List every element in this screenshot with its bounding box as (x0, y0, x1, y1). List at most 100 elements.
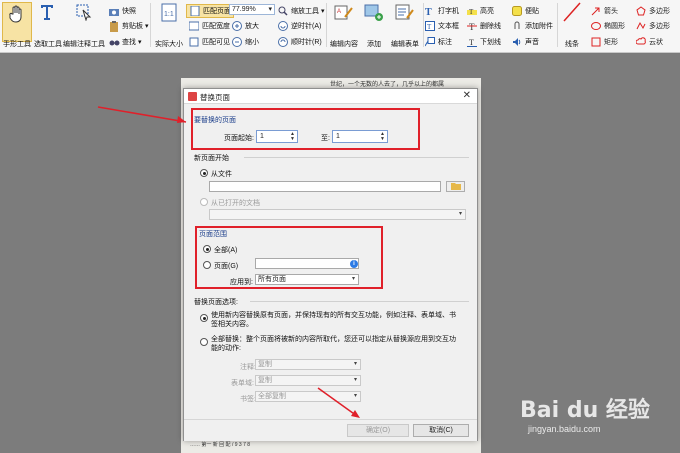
attach-file-button[interactable]: 添加附件 (511, 20, 553, 32)
chevron-down-icon: ▾ (353, 393, 357, 399)
sticky-note-label: 便贴 (525, 8, 539, 15)
arrow-icon (590, 5, 602, 17)
zoom-tool-button[interactable]: 缩放工具 ▾ (277, 5, 325, 17)
zoom-out-label: 缩小 (245, 39, 259, 46)
highlight-label: 高亮 (480, 8, 494, 15)
option-keep-radio[interactable] (200, 314, 208, 322)
svg-text:A: A (337, 9, 341, 15)
separator (326, 3, 327, 47)
fit-visible-button[interactable]: 匹配可见 (188, 36, 230, 48)
line-icon (562, 2, 582, 22)
open-doc-select[interactable]: ▾ (209, 209, 466, 220)
rectangle-button[interactable]: 矩形 (590, 36, 618, 48)
highlight-box-pages-to-replace (191, 108, 420, 150)
separator (150, 3, 151, 47)
zoom-combo[interactable]: 77.99% ▾ (229, 4, 275, 15)
rotate-right-button[interactable]: 顺时针(R) (277, 36, 322, 48)
form-fields-label: 表单域: (231, 380, 254, 387)
fit-visible-label: 匹配可见 (202, 39, 230, 46)
dialog-title: 替换页面 (200, 93, 230, 102)
ok-label: 确定(O) (365, 427, 391, 434)
underline-icon: T (466, 36, 478, 48)
edit-content-label: 编辑内容 (330, 41, 358, 48)
chevron-down-icon: ▾ (353, 361, 357, 367)
ellipse-button[interactable]: 椭圆形 (590, 20, 625, 32)
fit-page-icon (189, 5, 201, 17)
edit-content-icon: A (334, 2, 354, 22)
chevron-down-icon: ▾ (458, 211, 462, 217)
edit-annot-tool-button[interactable]: 编辑注释工具 (63, 2, 105, 49)
polygon-button[interactable]: 多边形 (635, 5, 670, 17)
close-icon[interactable]: ✕ (463, 90, 471, 101)
callout-icon (424, 36, 436, 48)
edit-content-button[interactable]: A 编辑内容 (328, 2, 360, 49)
find-button[interactable]: 查找 ▾ (108, 36, 142, 48)
edit-form-button[interactable]: 编辑表单 (388, 2, 422, 49)
paperclip-icon (511, 20, 523, 32)
callout-label: 标注 (438, 39, 452, 46)
underline-button[interactable]: T 下划线 (466, 36, 501, 48)
line-button[interactable]: 线条 (560, 2, 584, 49)
zoom-out-button[interactable]: 缩小 (231, 36, 259, 48)
bookmarks-value: 全部复制 (258, 393, 286, 400)
clipboard-icon (108, 20, 120, 32)
sticky-note-button[interactable]: 便贴 (511, 5, 539, 17)
page-footer-text: …… 第一 新 回 配 / 9 3 7 8 (190, 442, 251, 448)
svg-text:T: T (425, 7, 432, 16)
typewriter-button[interactable]: T 打字机 (424, 5, 459, 17)
cloud-button[interactable]: 云状 (635, 36, 663, 48)
form-fields-value: 复制 (258, 377, 272, 384)
cancel-button[interactable]: 取消(C) (413, 424, 469, 437)
svg-text:T: T (469, 8, 474, 16)
comments-select[interactable]: 复制 ▾ (255, 359, 361, 370)
sound-button[interactable]: 声音 (511, 36, 539, 48)
zoom-in-button[interactable]: 放大 (231, 20, 259, 32)
option-replace-all-radio[interactable] (200, 338, 208, 346)
app-icon (188, 92, 197, 101)
polyline-button[interactable]: 多边形 (635, 20, 670, 32)
cloud-label: 云状 (649, 39, 663, 46)
arrow-label: 箭头 (604, 8, 618, 15)
arrow-button[interactable]: 箭头 (590, 5, 618, 17)
snapshot-button[interactable]: 快照 (108, 5, 136, 17)
separator (557, 3, 558, 47)
rectangle-icon (590, 36, 602, 48)
snapshot-label: 快照 (122, 8, 136, 15)
actual-size-button[interactable]: 1:1 实际大小 (154, 2, 184, 49)
typewriter-label: 打字机 (438, 8, 459, 15)
polyline-icon (635, 20, 647, 32)
ellipse-icon (590, 20, 602, 32)
file-path-input[interactable] (209, 181, 441, 192)
annotation-cursor-icon (74, 2, 94, 22)
form-fields-select[interactable]: 复制 ▾ (255, 375, 361, 386)
underline-label: 下划线 (480, 39, 501, 46)
rotate-left-button[interactable]: 逆时针(A) (277, 20, 321, 32)
from-file-radio[interactable] (200, 169, 208, 177)
polygon-icon (635, 5, 647, 17)
watermark-logo: Bai du 经验 (520, 398, 650, 423)
dialog-titlebar: 替换页面 ✕ (184, 89, 477, 104)
callout-button[interactable]: 标注 (424, 36, 452, 48)
from-open-doc-radio[interactable] (200, 198, 208, 206)
fit-page-button[interactable]: 匹配页面 (186, 4, 234, 18)
highlight-button[interactable]: T 高亮 (466, 5, 494, 17)
textbox-label: 文本框 (438, 23, 459, 30)
add-button[interactable]: 添加 (361, 2, 387, 49)
bookmarks-select[interactable]: 全部复制 ▾ (255, 391, 361, 402)
cancel-label: 取消(C) (429, 427, 453, 434)
select-tool-button[interactable]: 选取工具 (34, 2, 62, 49)
magnifier-icon (277, 5, 289, 17)
hand-tool-button[interactable]: 手形工具 (2, 2, 32, 48)
textbox-button[interactable]: T 文本框 (424, 20, 459, 32)
highlight-icon: T (466, 5, 478, 17)
page-header-text: 世纪，一个无数的人去了，几乎以上的都属 (330, 82, 445, 88)
group-divider (244, 157, 469, 158)
fit-width-label: 匹配宽度 (202, 23, 230, 30)
ok-button[interactable]: 确定(O) (347, 424, 409, 437)
browse-button[interactable] (446, 181, 465, 192)
rotate-left-icon (277, 20, 289, 32)
strikeout-button[interactable]: T删除线 (466, 20, 501, 32)
svg-text:1:1: 1:1 (164, 11, 174, 18)
clipboard-button[interactable]: 剪贴板 ▾ (108, 20, 149, 32)
fit-width-button[interactable]: 匹配宽度 (188, 20, 230, 32)
